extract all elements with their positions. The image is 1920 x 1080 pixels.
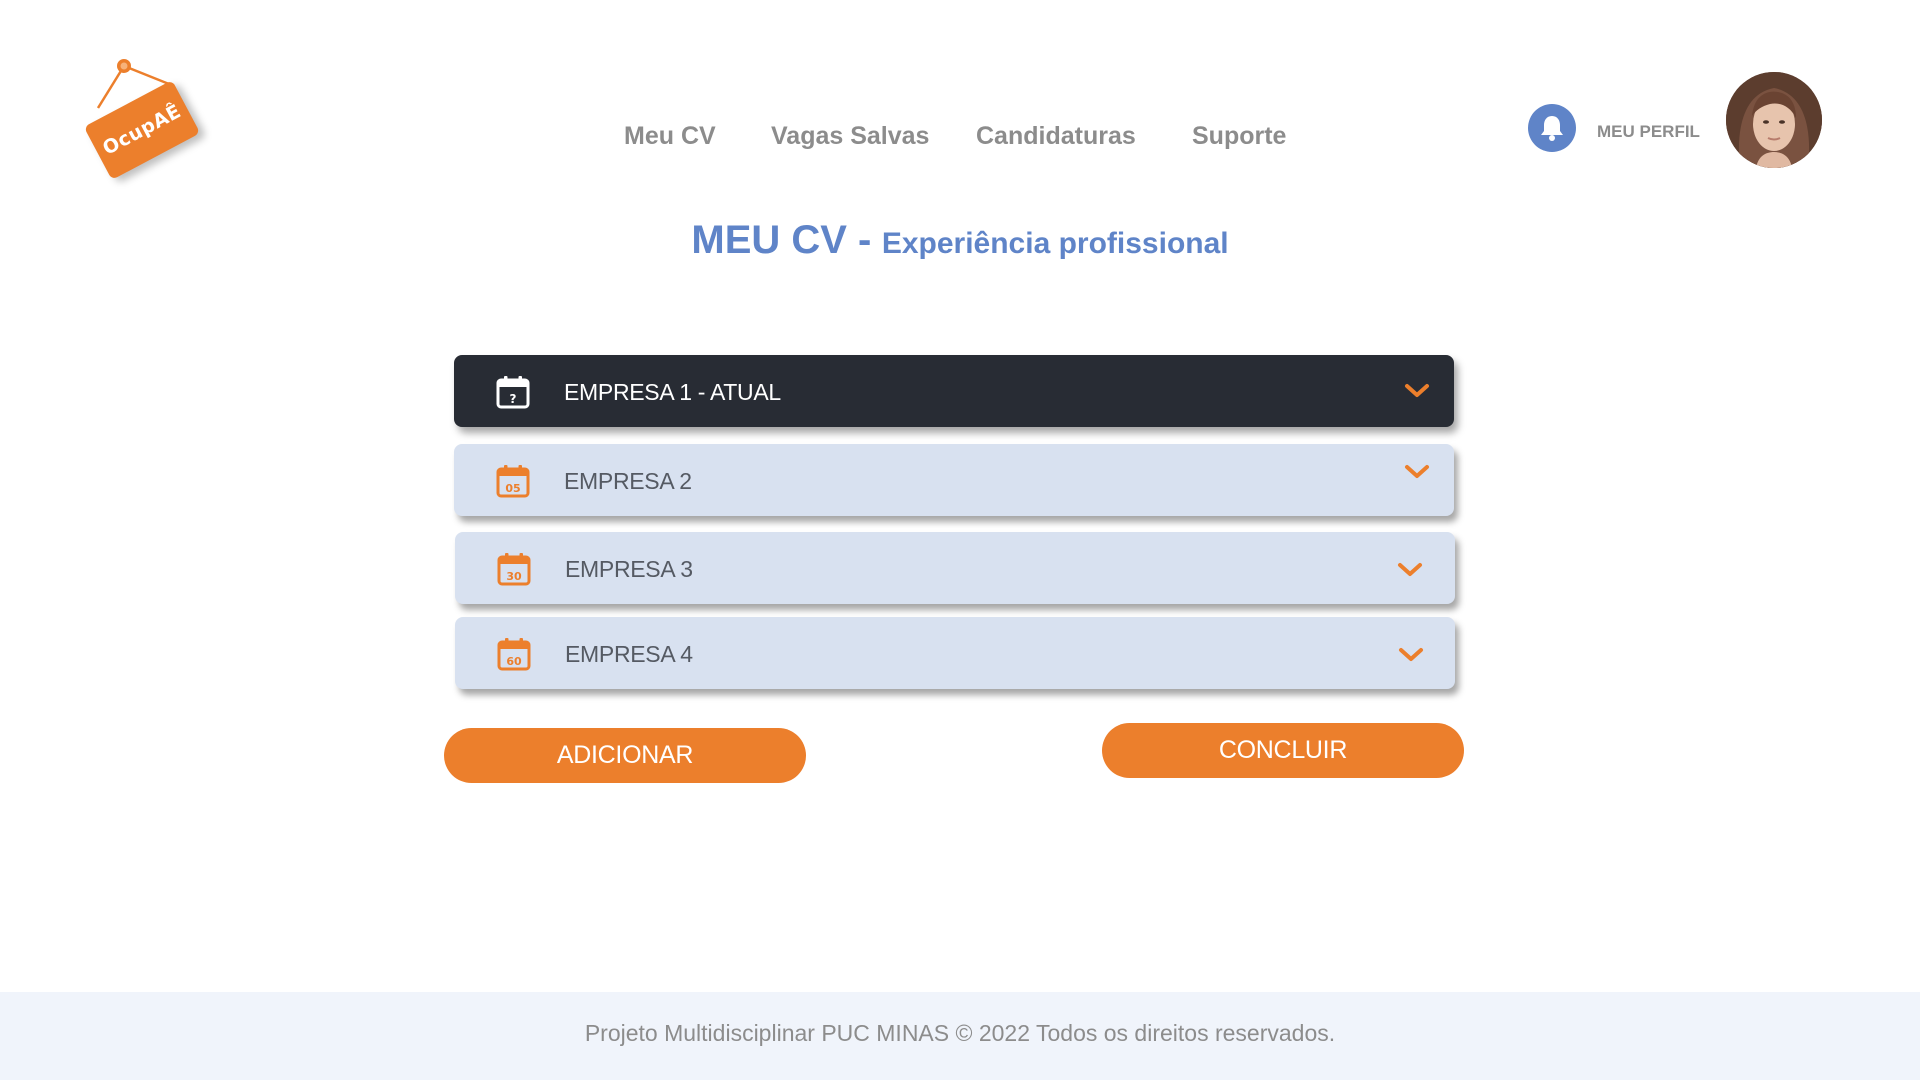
svg-text:05: 05 [505, 482, 520, 495]
footer-text: Projeto Multidisciplinar PUC MINAS © 202… [584, 1020, 1336, 1046]
experience-item-4[interactable]: 60 EMPRESA 4 [455, 617, 1455, 689]
experience-item-label: EMPRESA 3 [565, 556, 693, 582]
svg-text:30: 30 [506, 570, 522, 583]
calendar-icon: 60 [497, 638, 531, 671]
avatar[interactable] [1726, 72, 1822, 168]
page-title-main: MEU CV - [691, 218, 872, 262]
calendar-question-icon: ? [496, 376, 530, 409]
add-button[interactable]: ADICIONAR [444, 728, 806, 783]
page-title: MEU CV - Experiência profissional [0, 218, 1920, 263]
chevron-down-icon[interactable] [1398, 645, 1424, 665]
calendar-icon: 05 [496, 465, 530, 498]
experience-item-2[interactable]: 05 EMPRESA 2 [454, 444, 1454, 516]
bell-icon [1541, 116, 1563, 141]
chevron-down-icon[interactable] [1404, 462, 1430, 482]
experience-item-label: EMPRESA 4 [565, 641, 693, 667]
experience-item-3[interactable]: 30 EMPRESA 3 [455, 532, 1455, 604]
svg-text:?: ? [510, 392, 517, 406]
profile-link[interactable]: MEU PERFIL [1597, 122, 1700, 142]
notifications-button[interactable] [1528, 104, 1576, 152]
nav-item-candidaturas[interactable]: Candidaturas [976, 122, 1136, 151]
nav-item-meu-cv[interactable]: Meu CV [624, 122, 716, 151]
logo[interactable]: OcupAÊ [83, 56, 226, 186]
footer: Projeto Multidisciplinar PUC MINAS © 202… [0, 992, 1920, 1080]
experience-item-1[interactable]: ? EMPRESA 1 - ATUAL [454, 355, 1454, 427]
avatar-photo [1726, 72, 1822, 168]
page-title-sub: Experiência profissional [881, 227, 1229, 260]
svg-text:60: 60 [506, 655, 522, 668]
finish-button[interactable]: CONCLUIR [1102, 723, 1464, 778]
experience-item-label: EMPRESA 2 [564, 468, 692, 494]
experience-item-label: EMPRESA 1 - ATUAL [564, 379, 781, 405]
chevron-down-icon[interactable] [1404, 381, 1430, 401]
nav-item-vagas-salvas[interactable]: Vagas Salvas [771, 122, 929, 151]
nav-item-suporte[interactable]: Suporte [1192, 122, 1286, 151]
chevron-down-icon[interactable] [1397, 560, 1423, 580]
calendar-icon: 30 [497, 553, 531, 586]
